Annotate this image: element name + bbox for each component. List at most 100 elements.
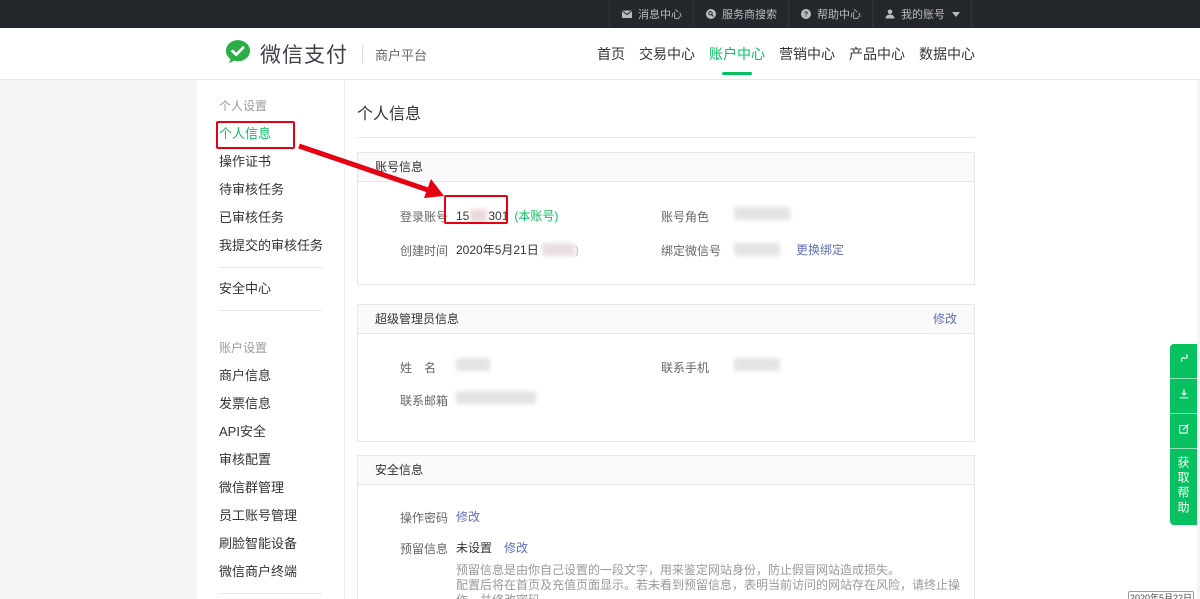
operation-password-label: 操作密码 [400, 509, 448, 526]
topbar-item-provider-search[interactable]: 服务商搜索 [693, 0, 788, 28]
nav-product-center[interactable]: 产品中心 [849, 28, 905, 80]
account-role-value [734, 207, 790, 220]
sidebar-group-personal-settings: 个人设置 [219, 92, 344, 120]
download-button[interactable] [1170, 379, 1197, 414]
sidebar-item-staff-account-management[interactable]: 员工账号管理 [219, 502, 344, 530]
super-admin-card-body: 姓 名 联系手机 联系邮箱 [358, 334, 974, 441]
account-info-card-body: 登录账号 15 301 (本账号) 账号角色 创建时间 2020年5月21日 [358, 182, 974, 284]
login-account-label: 登录账号 [400, 208, 448, 225]
sidebar-divider [219, 267, 322, 268]
sidebar-item-personal-info[interactable]: 个人信息 [219, 120, 344, 148]
description-line: 配置后将在首页及充值页面显示。若未看到预留信息，表明当前访问的网站存在风险，请终… [456, 578, 974, 599]
search-circle-icon [705, 8, 717, 20]
content-column: 个人设置 个人信息 操作证书 待审核任务 已审核任务 我提交的审核任务 安全中心… [197, 80, 1197, 599]
topbar-item-help-center[interactable]: ? 帮助中心 [788, 0, 872, 28]
login-account-prefix: 15 [456, 209, 469, 223]
sidebar-item-wechat-merchant-terminal[interactable]: 微信商户终端 [219, 558, 344, 586]
sidebar-divider [219, 310, 322, 311]
get-help-button[interactable]: 获取帮助 [1170, 449, 1197, 525]
nav-home[interactable]: 首页 [597, 28, 625, 80]
svg-text:?: ? [804, 12, 808, 19]
redacted-login-digits [470, 209, 487, 222]
nav-marketing-center[interactable]: 营销中心 [779, 28, 835, 80]
reserve-info-value: 未设置 修改 [456, 539, 528, 556]
sidebar-item-review-config[interactable]: 审核配置 [219, 446, 344, 474]
question-circle-icon: ? [800, 8, 812, 20]
get-help-label: 获取帮助 [1175, 456, 1192, 516]
chevron-down-icon [952, 12, 960, 17]
feedback-button[interactable] [1170, 414, 1197, 449]
sidebar-item-operation-certificate[interactable]: 操作证书 [219, 148, 344, 176]
account-info-card: 账号信息 登录账号 15 301 (本账号) 账号角色 创建时间 [357, 152, 975, 285]
bound-wechat-value: 更换绑定 [734, 241, 844, 258]
contact-phone-value [734, 358, 780, 371]
super-admin-title: 超级管理员信息 [375, 312, 459, 326]
nav-data-center[interactable]: 数据中心 [919, 28, 975, 80]
sidebar-item-security-center[interactable]: 安全中心 [219, 275, 344, 303]
topbar-item-messages[interactable]: 消息中心 [609, 0, 693, 28]
name-label: 姓 名 [400, 359, 436, 376]
link-button[interactable] [1170, 344, 1197, 379]
change-binding-link[interactable]: 更换绑定 [796, 241, 844, 258]
link-icon [1176, 351, 1191, 371]
brand-name: 微信支付 [260, 39, 348, 69]
header: 微信支付 商户平台 首页 交易中心 账户中心 营销中心 产品中心 数据中心 [0, 28, 1200, 80]
reserve-modify-link[interactable]: 修改 [504, 539, 528, 556]
admin-modify-link[interactable]: 修改 [933, 305, 957, 334]
topbar: 消息中心 服务商搜索 ? 帮助中心 我的账号 [0, 0, 1200, 28]
date-tooltip: 2020年5月22日 [1128, 591, 1194, 599]
security-info-card-header: 安全信息 [358, 456, 974, 485]
password-modify-link[interactable]: 修改 [456, 508, 480, 525]
nav-account-center[interactable]: 账户中心 [709, 28, 765, 80]
sidebar-item-merchant-info[interactable]: 商户信息 [219, 362, 344, 390]
redacted-wechat-id [734, 243, 780, 256]
wechat-pay-merchant-platform: 消息中心 服务商搜索 ? 帮助中心 我的账号 微信支付 商户平台 [0, 0, 1200, 599]
edit-square-icon [1177, 422, 1191, 441]
current-account-tag: (本账号) [514, 207, 558, 224]
sidebar-item-api-security[interactable]: API安全 [219, 418, 344, 446]
contact-email-label: 联系邮箱 [400, 392, 448, 409]
topbar-menu: 消息中心 服务商搜索 ? 帮助中心 我的账号 [609, 0, 972, 28]
name-value [456, 358, 490, 371]
reserve-info-label: 预留信息 [400, 540, 448, 557]
sidebar-item-wechat-group-management[interactable]: 微信群管理 [219, 474, 344, 502]
sidebar-item-invoice-info[interactable]: 发票信息 [219, 390, 344, 418]
topbar-item-label: 帮助中心 [817, 6, 861, 22]
topbar-item-label: 消息中心 [638, 6, 682, 22]
security-info-card: 安全信息 操作密码 修改 预留信息 未设置 修改 预留信息是由你自己设置的一段文… [357, 455, 975, 599]
account-role-label: 账号角色 [661, 208, 709, 225]
redacted-phone [734, 358, 780, 371]
brand-portal-label: 商户平台 [375, 45, 427, 64]
reserve-info-description: 预留信息是由你自己设置的一段文字，用来鉴定网站身份，防止假冒网站造成损失。 配置… [456, 563, 974, 599]
main-content: 个人信息 账号信息 登录账号 15 301 (本账号) 账号角色 [345, 80, 1197, 599]
sidebar-item-my-submitted-tasks[interactable]: 我提交的审核任务 [219, 232, 344, 260]
sidebar-group-account-settings: 账户设置 [219, 334, 344, 362]
created-time-label: 创建时间 [400, 242, 448, 259]
user-icon [884, 8, 896, 20]
sidebar: 个人设置 个人信息 操作证书 待审核任务 已审核任务 我提交的审核任务 安全中心… [197, 80, 345, 599]
sidebar-item-reviewed-tasks[interactable]: 已审核任务 [219, 204, 344, 232]
sidebar-divider [219, 593, 322, 594]
download-icon [1177, 387, 1191, 406]
mail-icon [621, 8, 633, 20]
page-title: 个人信息 [357, 100, 1197, 124]
description-line: 预留信息是由你自己设置的一段文字，用来鉴定网站身份，防止假冒网站造成损失。 [456, 563, 974, 578]
sidebar-item-face-smart-device[interactable]: 刷脸智能设备 [219, 530, 344, 558]
wechat-pay-logo [224, 38, 252, 71]
page-body: 个人设置 个人信息 操作证书 待审核任务 已审核任务 我提交的审核任务 安全中心… [0, 80, 1200, 599]
topbar-item-label: 服务商搜索 [722, 6, 777, 22]
nav-transaction-center[interactable]: 交易中心 [639, 28, 695, 80]
operation-password-value: 修改 [456, 508, 480, 525]
bound-wechat-label: 绑定微信号 [661, 242, 721, 259]
redacted-email [456, 391, 536, 404]
primary-nav: 首页 交易中心 账户中心 营销中心 产品中心 数据中心 [597, 28, 975, 80]
topbar-item-label: 我的账号 [901, 6, 945, 22]
title-divider [357, 137, 975, 138]
account-info-card-header: 账号信息 [358, 153, 974, 182]
topbar-item-my-account[interactable]: 我的账号 [872, 0, 972, 28]
created-time-value: 2020年5月21日 ) [456, 241, 579, 258]
sidebar-item-pending-review-tasks[interactable]: 待审核任务 [219, 176, 344, 204]
redacted-created-detail [542, 243, 575, 256]
brand-divider [362, 45, 363, 63]
login-account-suffix: 301 [488, 209, 508, 223]
